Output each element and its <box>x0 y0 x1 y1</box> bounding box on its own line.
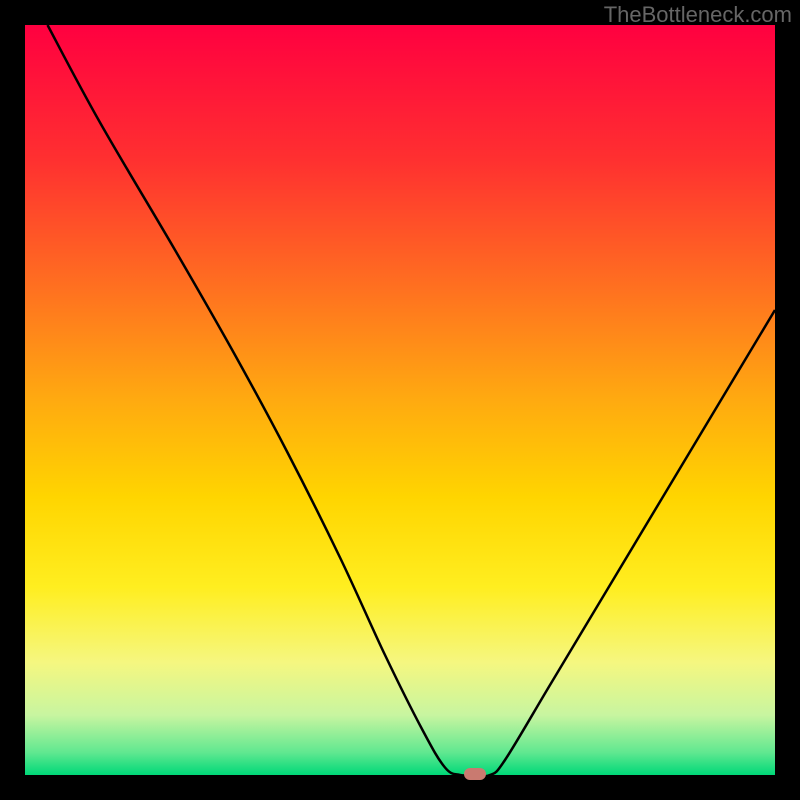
optimal-marker <box>464 768 486 780</box>
watermark-text: TheBottleneck.com <box>604 2 792 28</box>
chart-svg <box>0 0 800 800</box>
plot-background <box>25 25 775 775</box>
bottleneck-chart: TheBottleneck.com <box>0 0 800 800</box>
